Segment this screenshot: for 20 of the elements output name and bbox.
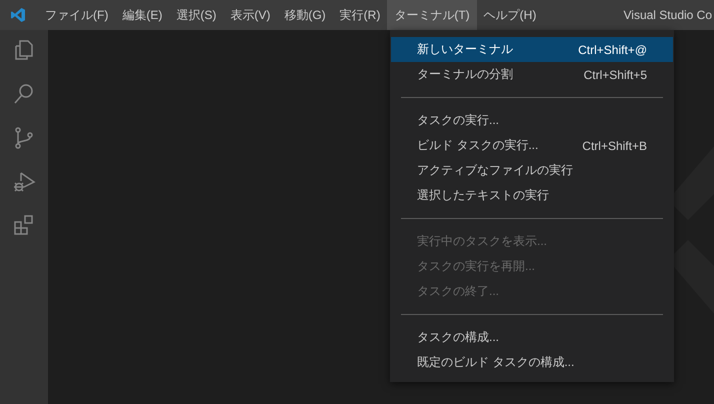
menu-bar-item[interactable]: 表示(V)	[223, 0, 278, 30]
menu-bar-item[interactable]: ターミナル(T)	[387, 0, 477, 30]
menu-bar-item[interactable]: 選択(S)	[169, 0, 224, 30]
menu-item[interactable]: 選択したテキストの実行	[391, 183, 673, 208]
menu-bar-item[interactable]: ファイル(F)	[38, 0, 116, 30]
run-debug-icon[interactable]	[12, 170, 36, 194]
menu-item[interactable]: ビルド タスクの実行... Ctrl+Shift+B	[391, 133, 673, 158]
app-logo-icon	[10, 7, 26, 23]
menu-item[interactable]: タスクの構成...	[391, 325, 673, 350]
menu-item[interactable]: ターミナルの分割 Ctrl+Shift+5	[391, 62, 673, 87]
menu-bar-item[interactable]: ヘルプ(H)	[476, 0, 544, 30]
menu-item[interactable]: 既定のビルド タスクの構成...	[391, 350, 673, 375]
menu-bar-item[interactable]: 移動(G)	[277, 0, 333, 30]
menu-item[interactable]: タスクの実行...	[391, 108, 673, 133]
window-title: Visual Studio Co	[624, 8, 713, 22]
menu-item[interactable]: アクティブなファイルの実行	[391, 158, 673, 183]
extensions-icon[interactable]	[12, 214, 36, 238]
menu-item[interactable]: 新しいターミナル Ctrl+Shift+@	[391, 37, 673, 62]
menu-bar-item[interactable]: 実行(R)	[332, 0, 388, 30]
menu-bar-item[interactable]: 編集(E)	[115, 0, 170, 30]
